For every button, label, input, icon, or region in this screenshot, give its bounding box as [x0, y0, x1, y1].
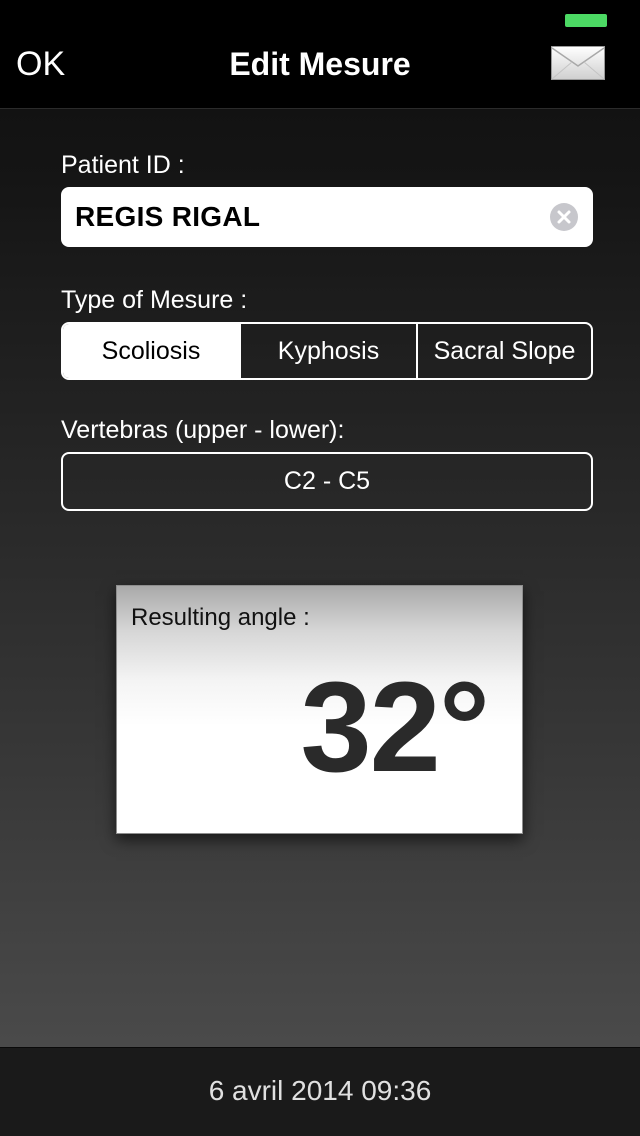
battery-icon [565, 14, 607, 27]
segment-sacral-slope[interactable]: Sacral Slope [416, 324, 591, 378]
clear-circle-icon[interactable] [550, 203, 578, 231]
vertebras-selector-button[interactable]: C2 - C5 [61, 452, 593, 511]
resulting-angle-value: 32° [300, 656, 490, 799]
navigation-bar: OK Edit Mesure [0, 0, 640, 109]
vertebras-label: Vertebras (upper - lower): [61, 416, 345, 444]
edit-mesure-screen: OK Edit Mesure Patient ID : REGIS RIGAL [0, 0, 640, 1136]
envelope-icon[interactable] [551, 46, 605, 80]
mesure-type-label: Type of Mesure : [61, 286, 248, 314]
patient-id-label: Patient ID : [61, 151, 185, 179]
patient-id-field[interactable]: REGIS RIGAL [61, 187, 593, 247]
mesure-type-segmented-control: Scoliosis Kyphosis Sacral Slope [61, 322, 593, 380]
segment-kyphosis[interactable]: Kyphosis [239, 324, 416, 378]
page-title: Edit Mesure [229, 46, 411, 82]
resulting-angle-label: Resulting angle : [131, 604, 310, 631]
footer-bar: 6 avril 2014 09:36 [0, 1047, 640, 1136]
ok-button[interactable]: OK [16, 44, 65, 84]
patient-id-value[interactable]: REGIS RIGAL [75, 200, 260, 234]
measure-date: 6 avril 2014 09:36 [208, 1075, 432, 1106]
segment-scoliosis[interactable]: Scoliosis [63, 324, 239, 378]
resulting-angle-card: Resulting angle : 32° [116, 585, 523, 834]
